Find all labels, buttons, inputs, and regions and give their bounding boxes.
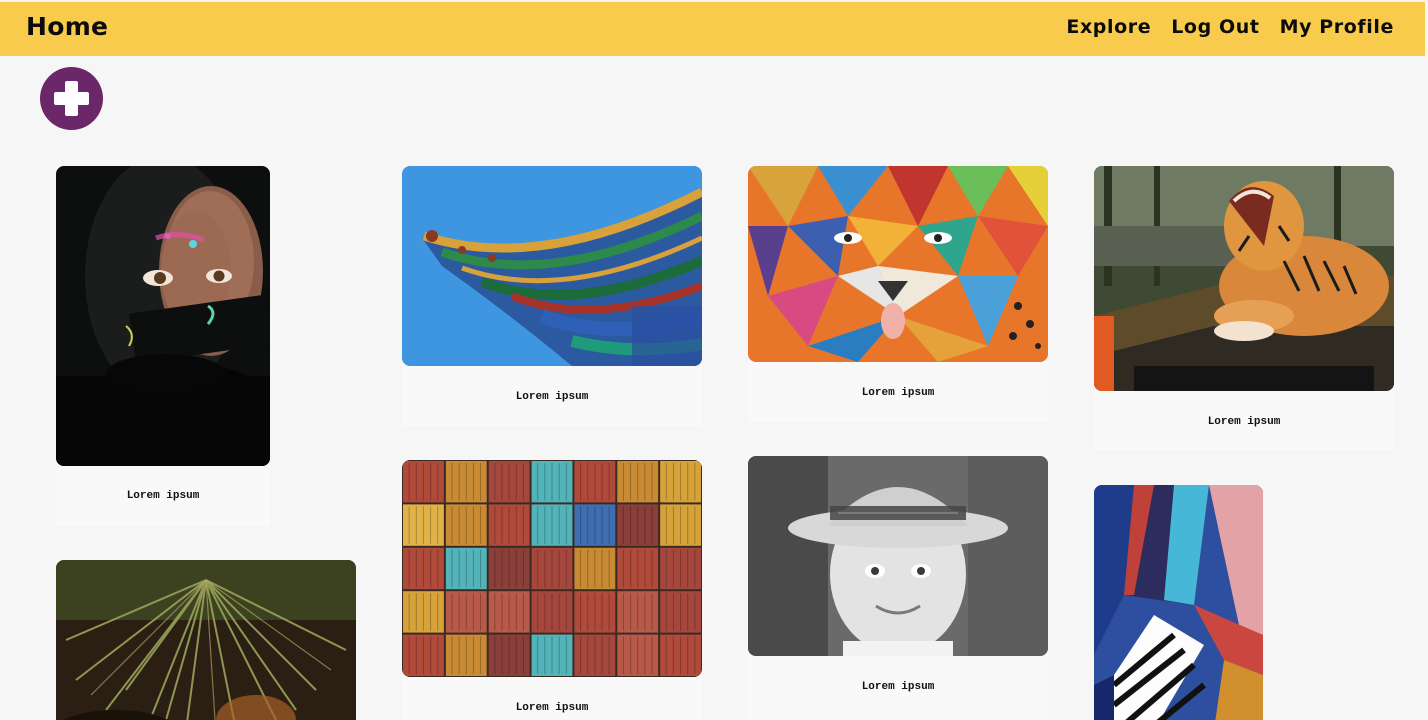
add-post-button[interactable] [40,67,103,130]
top-navbar: Home Explore Log Out My Profile [0,2,1425,56]
post-image-tiger[interactable] [1094,166,1394,391]
post-image-portrait-woman[interactable] [56,166,270,466]
post-image-containers[interactable] [402,460,702,677]
post-card[interactable]: Lorem ipsum [748,166,1048,422]
nav-explore-link[interactable]: Explore [1066,16,1151,38]
post-card[interactable]: Lorem ipsum [748,456,1048,720]
post-card[interactable]: Lorem ipsum [402,460,702,720]
post-caption: Lorem ipsum [861,681,935,693]
post-caption: Lorem ipsum [861,387,935,399]
post-image-palm-fronds[interactable] [56,560,356,720]
nav-links: Explore Log Out My Profile [1066,16,1394,38]
nav-logout-link[interactable]: Log Out [1171,16,1259,38]
post-card[interactable] [56,560,356,720]
post-caption: Lorem ipsum [126,490,200,502]
post-image-temple-roof[interactable] [402,166,702,366]
post-image-boy-hat[interactable] [748,456,1048,656]
post-caption: Lorem ipsum [515,391,589,403]
post-card[interactable]: Lorem ipsum [1094,166,1394,450]
post-image-lion-mural[interactable] [748,166,1048,362]
nav-home-link[interactable]: Home [26,12,108,41]
post-card[interactable]: Lorem ipsum [56,166,270,526]
post-caption: Lorem ipsum [515,702,589,714]
post-caption: Lorem ipsum [1207,416,1281,428]
post-card[interactable]: Lorem ipsum [402,166,702,426]
post-image-striped-art[interactable] [1094,485,1263,720]
nav-my-profile-link[interactable]: My Profile [1280,16,1394,38]
post-card[interactable] [1094,485,1263,720]
